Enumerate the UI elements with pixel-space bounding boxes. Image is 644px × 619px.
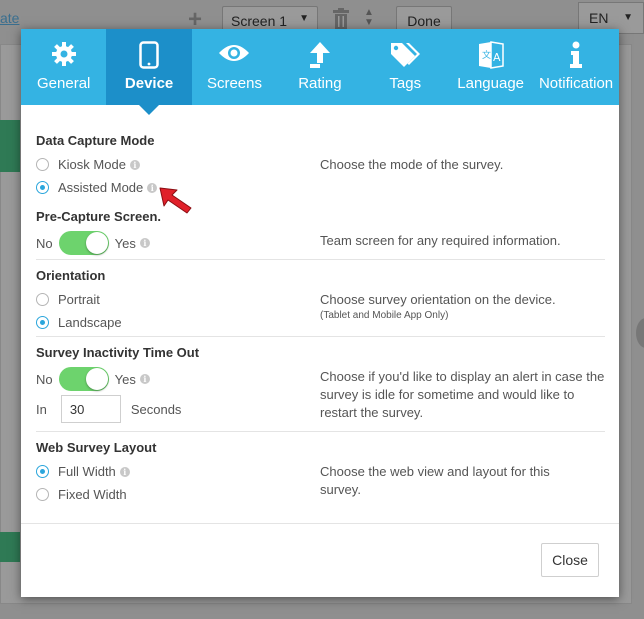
orientation-note: (Tablet and Mobile App Only)	[320, 310, 449, 321]
inactivity-heading: Survey Inactivity Time Out	[36, 345, 200, 360]
tab-device[interactable]: Device	[106, 29, 192, 115]
kiosk-mode-radio[interactable]	[36, 158, 49, 171]
fixed-width-option[interactable]: Fixed Width	[36, 487, 127, 502]
web-layout-heading: Web Survey Layout	[36, 440, 157, 455]
option-label: Portrait	[58, 292, 100, 307]
tablet-icon	[139, 41, 159, 69]
timeout-seconds-input[interactable]	[60, 395, 121, 423]
option-label: Assisted Mode	[58, 180, 144, 195]
timeout-unit-label: Seconds	[130, 401, 182, 417]
orientation-description-text: Choose survey orientation on the device.	[320, 292, 556, 307]
info-icon[interactable]: i	[139, 238, 150, 248]
full-width-radio[interactable]	[36, 465, 49, 478]
survey-settings-modal: General Device Screens Rating Tags 文 A L…	[21, 29, 619, 597]
background-accent-block	[0, 120, 20, 172]
info-icon[interactable]: i	[147, 182, 158, 193]
background-link[interactable]: ate	[0, 10, 19, 26]
trash-icon[interactable]	[332, 8, 350, 30]
tab-label: General	[37, 75, 91, 92]
option-label: Kiosk Mode	[58, 157, 126, 172]
tab-label: Screens	[206, 75, 262, 92]
info-icon[interactable]: i	[139, 374, 150, 384]
tab-language[interactable]: 文 A Language	[448, 29, 533, 105]
tab-general[interactable]: General	[21, 29, 106, 105]
option-label: Full Width	[58, 464, 116, 479]
svg-text:A: A	[493, 51, 501, 64]
landscape-option[interactable]: Landscape	[36, 315, 122, 330]
tab-label: Language	[457, 75, 525, 92]
inactivity-toggle[interactable]	[58, 367, 109, 391]
toggle-yes-label: Yes	[114, 371, 136, 387]
toggle-yes-label: Yes	[114, 235, 136, 251]
web-layout-description: Choose the web view and layout for this …	[320, 464, 550, 497]
svg-text:文: 文	[482, 49, 491, 61]
option-label: Landscape	[58, 315, 122, 330]
section-divider	[36, 431, 605, 432]
info-icon[interactable]: i	[129, 159, 140, 170]
pre-capture-toggle-row: No Yes i	[36, 231, 150, 255]
section-divider	[36, 259, 605, 260]
upload-arrow-icon	[309, 42, 330, 68]
tab-rating[interactable]: Rating	[277, 29, 362, 105]
translate-icon: 文 A	[478, 41, 504, 69]
chevron-down-icon: ▼	[299, 13, 309, 24]
pre-capture-description: Team screen for any required information…	[320, 233, 561, 248]
data-capture-heading: Data Capture Mode	[36, 133, 155, 148]
tab-label: Rating	[298, 75, 342, 92]
reorder-arrows-icon[interactable]: ▲ ▼	[364, 8, 374, 28]
eye-icon	[219, 45, 250, 61]
inactivity-toggle-row: No Yes i	[36, 367, 150, 391]
kiosk-mode-option[interactable]: Kiosk Mode i	[36, 157, 140, 172]
orientation-description: Choose survey orientation on the device.…	[320, 291, 605, 323]
timeout-row: In Seconds	[36, 395, 181, 423]
chevron-down-icon: ▼	[623, 12, 633, 23]
background-scroll-handle	[636, 318, 644, 348]
assisted-mode-radio[interactable]	[36, 181, 49, 194]
option-label: Fixed Width	[58, 487, 127, 502]
timeout-in-label: In	[36, 401, 47, 417]
data-capture-description: Choose the mode of the survey.	[320, 157, 504, 172]
info-icon[interactable]: i	[119, 466, 130, 477]
tab-label: Device	[124, 75, 174, 92]
screen-select-value: Screen 1	[231, 13, 288, 29]
portrait-radio[interactable]	[36, 293, 49, 306]
info-icon	[570, 41, 583, 68]
pre-capture-toggle[interactable]	[58, 231, 109, 255]
inactivity-description: Choose if you'd like to display an alert…	[320, 369, 605, 420]
toggle-knob	[85, 232, 108, 254]
orientation-heading: Orientation	[36, 268, 106, 283]
section-divider	[36, 336, 605, 337]
gear-icon	[51, 42, 76, 66]
toggle-no-label: No	[36, 235, 53, 251]
tab-label: Tags	[389, 75, 422, 92]
tab-screens[interactable]: Screens	[192, 29, 277, 105]
tab-label: Notification	[538, 75, 614, 92]
tab-notification[interactable]: Notification	[533, 29, 618, 105]
portrait-option[interactable]: Portrait	[36, 292, 100, 307]
footer-divider	[21, 523, 619, 524]
landscape-radio[interactable]	[36, 316, 49, 329]
tags-icon	[391, 43, 421, 67]
language-select-value: EN	[589, 10, 609, 26]
tab-tags[interactable]: Tags	[363, 29, 448, 105]
close-button[interactable]: Close	[541, 543, 599, 577]
background-accent-block	[0, 532, 20, 562]
settings-tab-bar: General Device Screens Rating Tags 文 A L…	[21, 29, 619, 115]
pre-capture-heading: Pre-Capture Screen.	[36, 209, 161, 224]
toggle-no-label: No	[36, 371, 53, 387]
toggle-knob	[85, 368, 108, 390]
pointer-arrow-icon	[159, 187, 192, 214]
full-width-option[interactable]: Full Width i	[36, 464, 130, 479]
assisted-mode-option[interactable]: Assisted Mode i	[36, 180, 158, 195]
fixed-width-radio[interactable]	[36, 488, 49, 501]
